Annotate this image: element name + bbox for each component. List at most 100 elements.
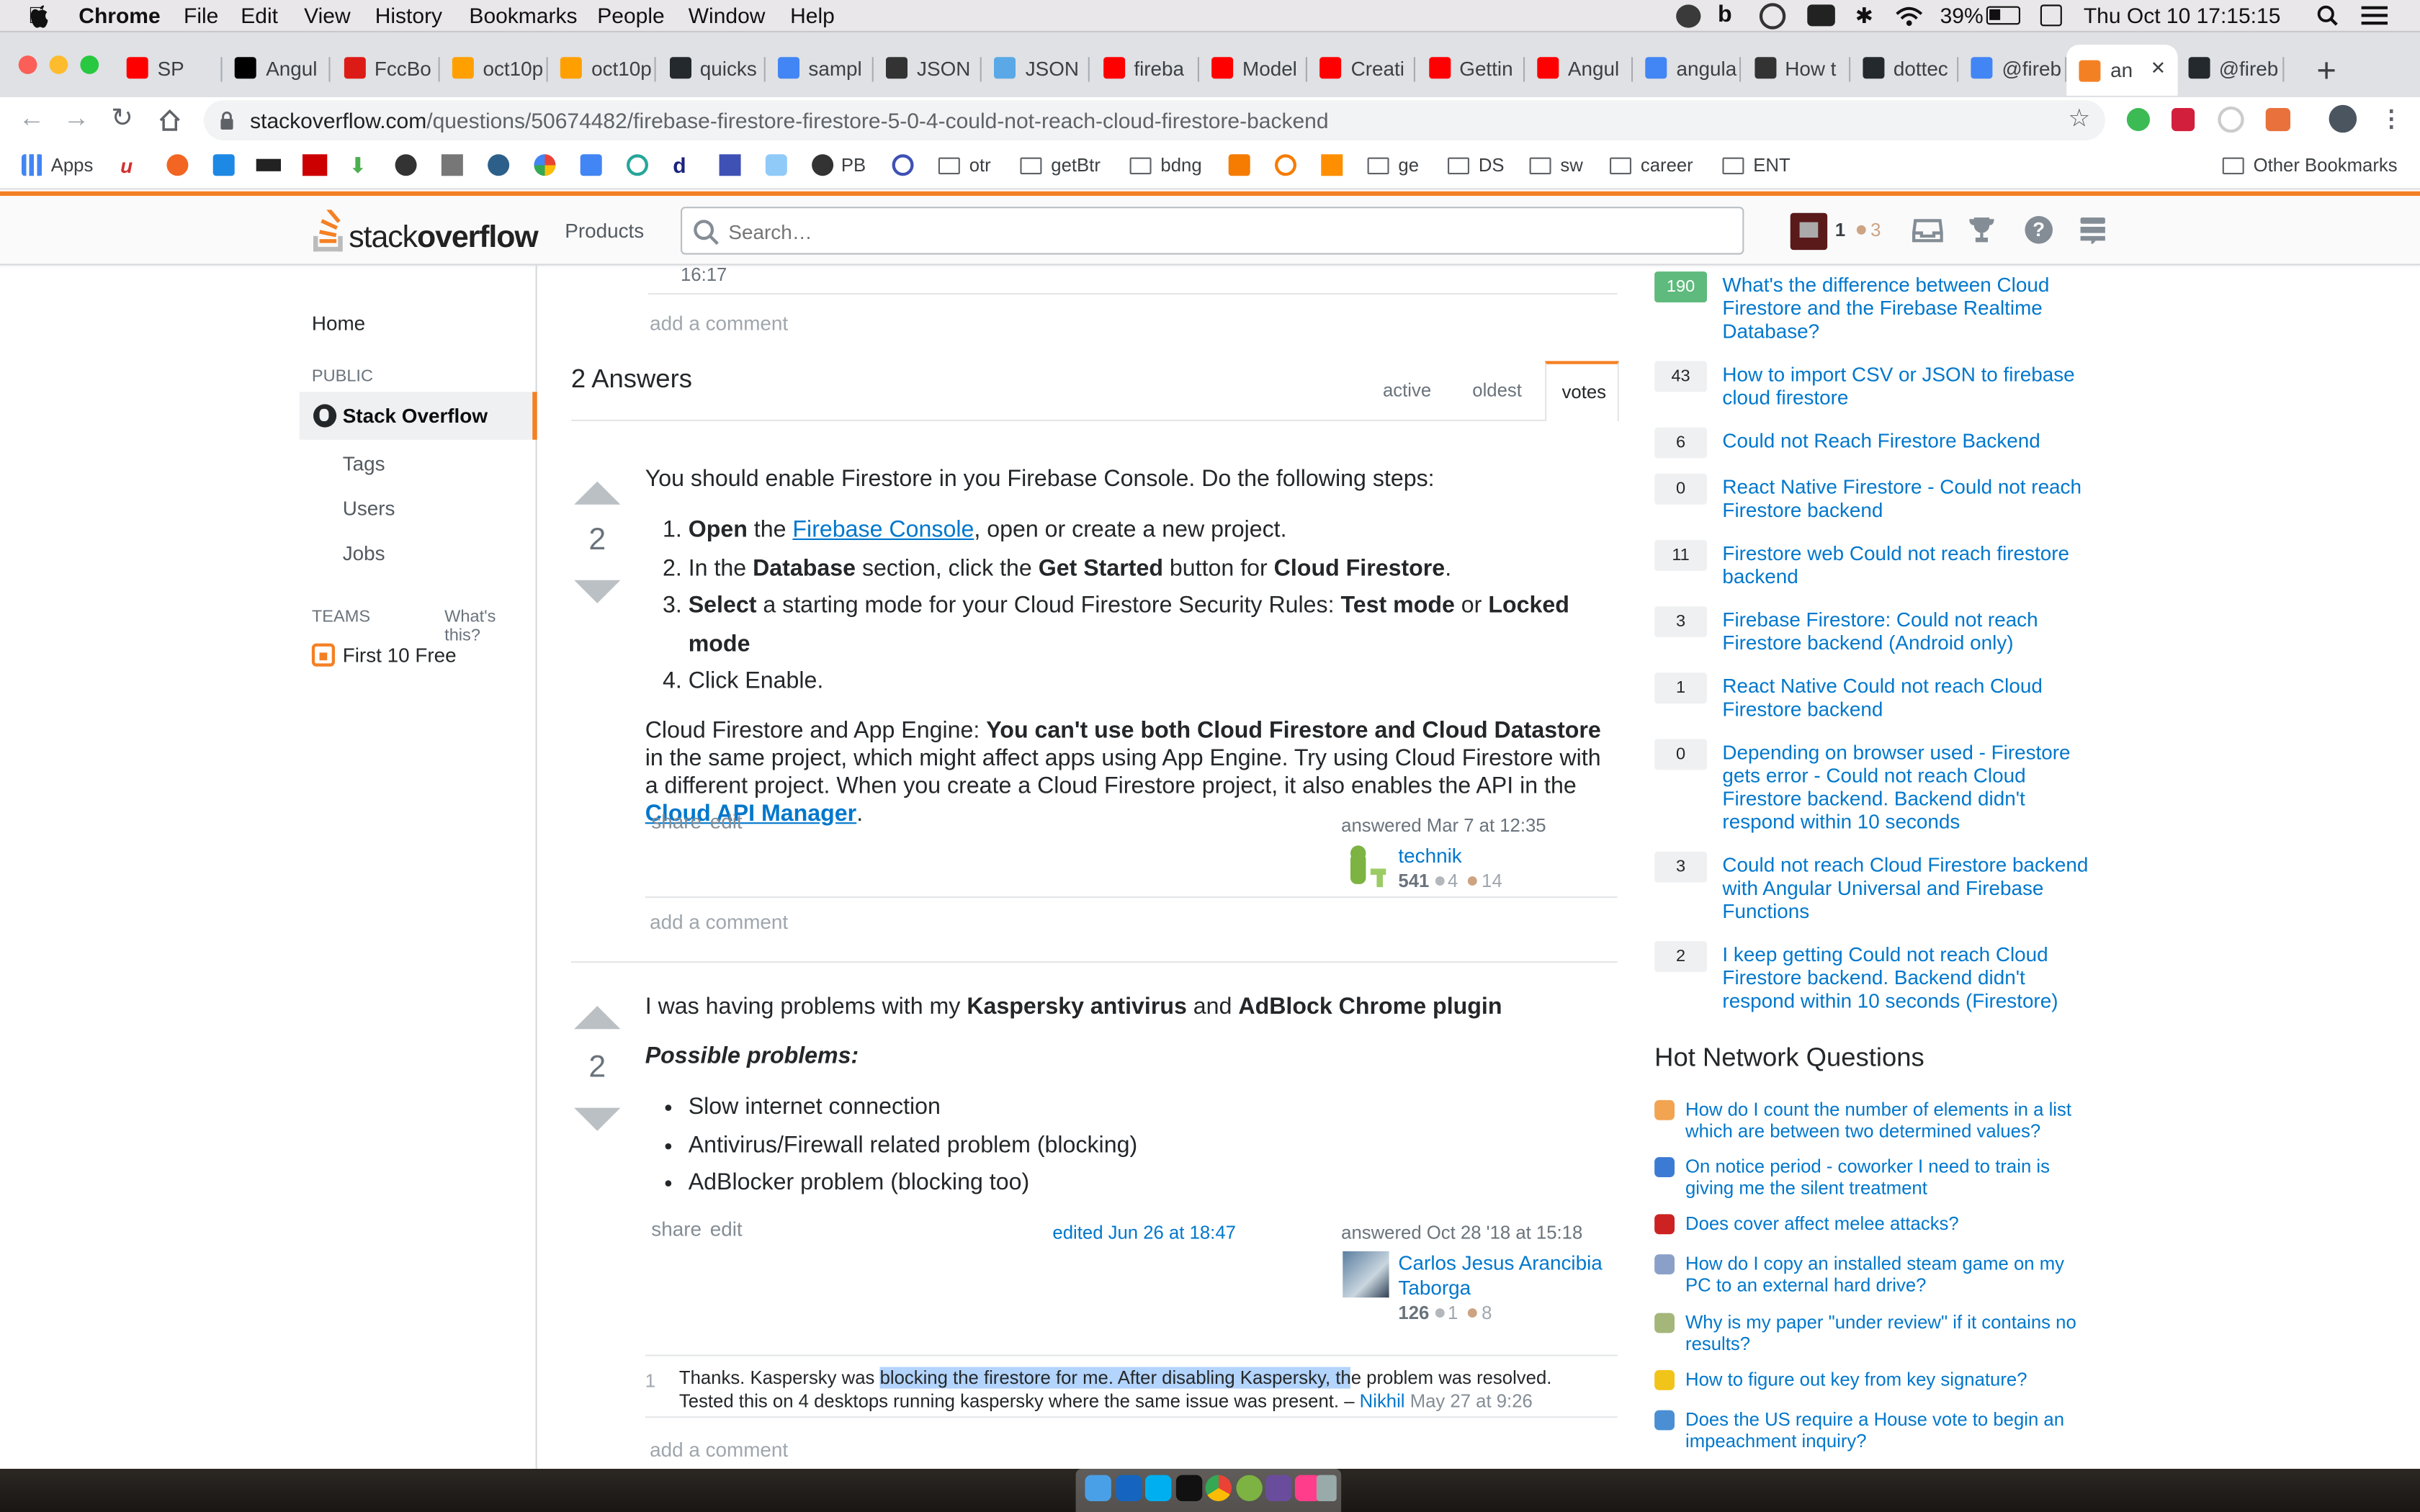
related-question-title[interactable]: What's the difference between Cloud Fire… <box>1722 273 2092 342</box>
bookmark-d-icon[interactable]: d <box>673 153 686 177</box>
profile-avatar[interactable] <box>2329 104 2357 133</box>
browser-tab[interactable]: oct10p <box>439 45 548 91</box>
answer1-share-link[interactable]: share <box>651 810 702 833</box>
nav-jobs[interactable]: Jobs <box>343 541 385 564</box>
bookmark-box-icon[interactable] <box>1321 154 1343 176</box>
firebase-console-link[interactable]: Firebase Console <box>792 517 974 543</box>
comment-user-link[interactable]: Nikhil <box>1360 1390 1405 1412</box>
related-question-title[interactable]: Firestore web Could not reach firestore … <box>1722 541 2092 588</box>
products-link[interactable]: Products <box>565 219 644 242</box>
bookmark-download-icon[interactable]: ⬇ <box>349 153 367 179</box>
bookmark-folder-getbtr[interactable]: getBtr <box>1020 154 1101 176</box>
back-arrow-icon[interactable]: ← <box>19 104 45 135</box>
browser-tab[interactable]: quicks <box>657 45 765 91</box>
hot-network-question-title[interactable]: How to figure out key from key signature… <box>1685 1369 2079 1390</box>
browser-tab[interactable]: JSON <box>982 45 1090 91</box>
so-logo[interactable]: stack overflow <box>312 207 539 253</box>
browser-tab[interactable]: sampl <box>765 45 874 91</box>
browser-tab[interactable]: Angul <box>1525 45 1633 91</box>
bookmark-folder-bdng[interactable]: bdng <box>1129 154 1202 176</box>
nav-whats-this-link[interactable]: What's this? <box>444 608 535 644</box>
skype-icon[interactable] <box>1145 1475 1172 1501</box>
answer2-edit-link[interactable]: edit <box>710 1218 743 1241</box>
bookmark-docs-icon[interactable] <box>580 154 602 176</box>
bookmark-folder-ent[interactable]: ENT <box>1722 154 1791 176</box>
answer1-user-avatar[interactable] <box>1343 844 1392 894</box>
bookmark-cnn-icon[interactable] <box>302 154 328 176</box>
answer2-upvote-arrow-icon[interactable] <box>574 1006 621 1030</box>
search-input[interactable] <box>728 216 1716 247</box>
new-tab-button[interactable]: + <box>2316 51 2336 91</box>
site-switcher-icon[interactable] <box>2079 216 2107 244</box>
related-question-title[interactable]: Could not reach Cloud Firestore backend … <box>1722 853 2092 922</box>
browser-tab[interactable]: How t <box>1742 45 1850 91</box>
answer2-username[interactable]: Carlos Jesus Arancibia Taborga <box>1398 1251 1614 1301</box>
chrome-icon[interactable] <box>1205 1475 1232 1501</box>
bookmark-folder-career[interactable]: career <box>1610 154 1693 176</box>
settings-app-icon[interactable] <box>1265 1475 1292 1501</box>
tab-votes[interactable]: votes <box>1545 361 1619 421</box>
address-bar[interactable]: stackoverflow.com/questions/50674482/fir… <box>203 100 2105 140</box>
bookmark-ge-logo-icon[interactable] <box>892 154 914 176</box>
browser-tab[interactable]: fireba <box>1090 45 1199 91</box>
browser-tab[interactable]: angula <box>1634 45 1742 91</box>
hot-network-question-title[interactable]: How do I copy an installed steam game on… <box>1685 1253 2079 1296</box>
question-add-comment-link[interactable]: add a comment <box>650 312 788 335</box>
bookmark-teal-icon[interactable] <box>627 154 648 176</box>
bookmark-blue-globe-icon[interactable] <box>488 154 510 176</box>
bookmark-apps[interactable]: Apps <box>22 154 93 176</box>
bookmark-blogger-icon[interactable] <box>1228 154 1250 176</box>
browser-tab[interactable]: @fireb <box>2176 45 2284 91</box>
bookmark-folder-ds[interactable]: DS <box>1447 154 1505 176</box>
home-icon[interactable] <box>158 108 182 131</box>
bookmark-folder-otr[interactable]: otr <box>938 154 991 176</box>
tab-close-icon[interactable]: ✕ <box>2151 57 2166 78</box>
hot-network-question-title[interactable]: On notice period - coworker I need to tr… <box>1685 1156 2079 1199</box>
lock-icon[interactable] <box>219 111 234 130</box>
bookmark-other[interactable]: Other Bookmarks <box>2222 154 2398 176</box>
browser-tab[interactable]: Creati <box>1308 45 1416 91</box>
bookmark-photos-icon[interactable] <box>534 154 556 176</box>
nav-home[interactable]: Home <box>312 312 365 335</box>
nav-users[interactable]: Users <box>343 497 395 520</box>
related-question-title[interactable]: Depending on browser used - Firestore ge… <box>1722 741 2092 834</box>
browser-tab[interactable]: oct10p <box>548 45 657 91</box>
bookmark-folder-sw[interactable]: sw <box>1529 154 1583 176</box>
hot-network-question-title[interactable]: How do I count the number of elements in… <box>1685 1099 2079 1142</box>
outlook-icon[interactable] <box>1116 1475 1142 1501</box>
reload-icon[interactable]: ↻ <box>111 104 133 135</box>
browser-tab[interactable]: FccBo <box>331 45 439 91</box>
trash-icon[interactable] <box>1316 1475 1337 1501</box>
bookmark-pb[interactable]: PB <box>812 154 866 176</box>
answer2-user-avatar[interactable] <box>1343 1251 1389 1298</box>
bookmark-globe-icon[interactable] <box>395 154 417 176</box>
browser-tab[interactable]: Angul <box>223 45 331 91</box>
extension-red-icon[interactable] <box>2172 108 2195 132</box>
browser-tab[interactable]: an ✕ <box>2067 45 2179 96</box>
answer1-upvote-arrow-icon[interactable] <box>574 481 621 505</box>
browser-tab[interactable]: Model <box>1199 45 1307 91</box>
extension-circle-icon[interactable] <box>2218 106 2244 133</box>
bookmark-yb-icon[interactable] <box>719 154 741 176</box>
bookmark-folder-ge[interactable]: ge <box>1367 154 1419 176</box>
answer2-share-link[interactable]: share <box>651 1218 702 1241</box>
chrome-menu-icon[interactable]: ⋮ <box>2380 105 2403 132</box>
finder-icon[interactable] <box>1085 1475 1111 1501</box>
bookmark-grey-icon[interactable] <box>441 154 463 176</box>
forward-arrow-icon[interactable]: → <box>63 104 89 135</box>
hot-network-question-title[interactable]: Does the US require a House vote to begi… <box>1685 1408 2079 1452</box>
related-question-title[interactable]: How to import CSV or JSON to firebase cl… <box>1722 363 2092 409</box>
browser-tab[interactable]: @fireb <box>1958 45 2067 91</box>
nav-tags[interactable]: Tags <box>343 452 385 475</box>
answer2-downvote-arrow-icon[interactable] <box>574 1107 621 1131</box>
help-icon[interactable]: ? <box>2025 216 2053 244</box>
bookmark-orange-icon[interactable] <box>166 154 189 176</box>
related-question-title[interactable]: React Native Could not reach Cloud Fires… <box>1722 674 2092 720</box>
answer2-edited-link[interactable]: edited Jun 26 at 18:47 <box>1052 1222 1235 1243</box>
search-box[interactable] <box>681 207 1744 255</box>
answer1-add-comment-link[interactable]: add a comment <box>650 910 788 933</box>
hot-network-question-title[interactable]: Why is my paper "under review" if it con… <box>1685 1311 2079 1354</box>
related-question-title[interactable]: React Native Firestore - Could not reach… <box>1722 475 2092 521</box>
answer1-downvote-arrow-icon[interactable] <box>574 580 621 603</box>
bookmark-star-icon[interactable]: ☆ <box>2068 100 2090 140</box>
